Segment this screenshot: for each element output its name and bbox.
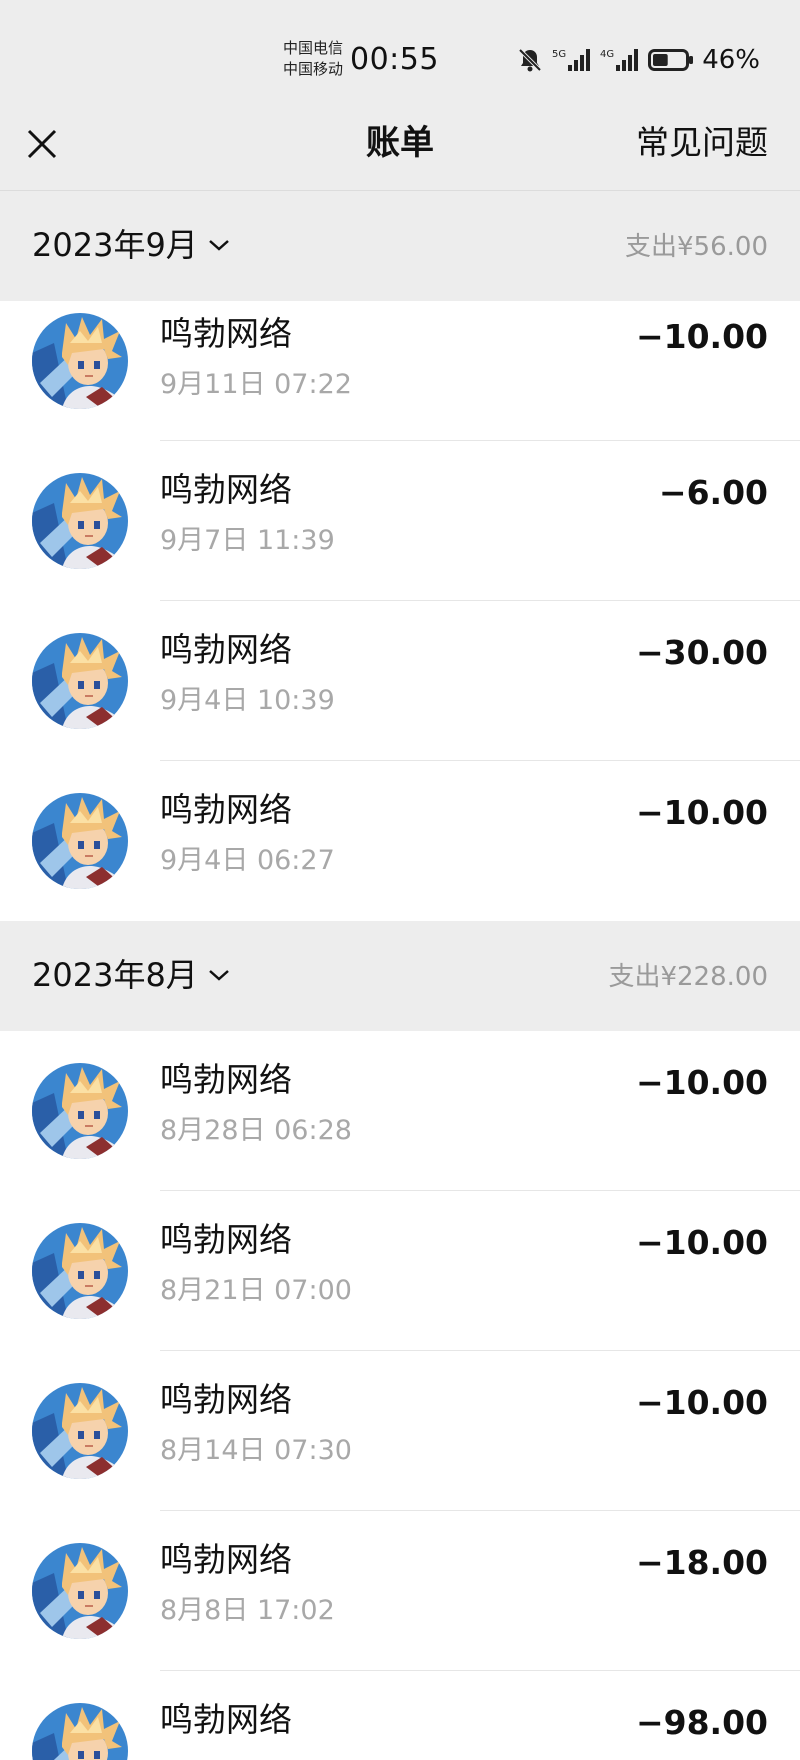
- avatar-art: [32, 793, 128, 889]
- chevron-down-icon: [208, 240, 229, 251]
- transaction-amount: −10.00: [635, 1063, 768, 1102]
- transaction-time: 9月4日 10:39: [160, 685, 335, 716]
- status-time: 00:55: [350, 42, 439, 77]
- merchant-avatar: [32, 1223, 128, 1319]
- merchant-name: 鸣勃网络: [160, 470, 292, 509]
- transaction-time: 8月28日 06:28: [160, 1115, 352, 1146]
- merchant-avatar: [32, 793, 128, 889]
- nav-bar: 账单 常见问题: [0, 100, 800, 191]
- month-selector[interactable]: 2023年8月: [32, 953, 232, 997]
- avatar-art: [32, 1543, 128, 1639]
- carrier-1: 中国电信: [283, 39, 344, 57]
- avatar-art: [32, 1703, 128, 1760]
- avatar-art: [32, 1383, 128, 1479]
- transaction-amount: −10.00: [635, 793, 768, 832]
- signal-1-label: 5G: [552, 49, 566, 60]
- avatar-art: [32, 473, 128, 569]
- transaction-time: 8月8日 17:02: [160, 1595, 335, 1626]
- month-header-august: 2023年8月 支出¥228.00: [0, 921, 800, 1031]
- merchant-avatar: [32, 473, 128, 569]
- avatar-art: [32, 1223, 128, 1319]
- merchant-name: 鸣勃网络: [160, 1380, 292, 1419]
- month-spent-total: 支出¥228.00: [608, 962, 768, 992]
- merchant-avatar: [32, 1703, 128, 1760]
- transaction-time: 9月7日 11:39: [160, 525, 335, 556]
- battery-percent: 46%: [702, 45, 760, 75]
- avatar-art: [32, 1063, 128, 1159]
- transaction-amount: −98.00: [635, 1703, 768, 1742]
- month-spent-total: 支出¥56.00: [625, 232, 768, 262]
- transaction-row[interactable]: 鸣勃网络 8月21日 07:00 −10.00: [0, 1191, 800, 1351]
- merchant-avatar: [32, 313, 128, 409]
- month-header-september: 2023年9月 支出¥56.00: [0, 191, 800, 301]
- battery-icon: [648, 49, 694, 71]
- transaction-row[interactable]: 鸣勃网络 8月8日 17:02 −18.00: [0, 1511, 800, 1671]
- merchant-name: 鸣勃网络: [160, 314, 292, 353]
- merchant-name: 鸣勃网络: [160, 1700, 292, 1739]
- avatar-art: [32, 313, 128, 409]
- merchant-name: 鸣勃网络: [160, 1540, 292, 1579]
- faq-link[interactable]: 常见问题: [636, 120, 768, 166]
- carrier-names: 中国电信 中国移动: [283, 38, 343, 80]
- transaction-time: 8月14日 07:30: [160, 1435, 352, 1466]
- transaction-time: 8月21日 07:00: [160, 1275, 352, 1306]
- transaction-row[interactable]: 鸣勃网络 9月7日 11:39 −6.00: [0, 441, 800, 601]
- merchant-name: 鸣勃网络: [160, 790, 292, 829]
- transaction-amount: −10.00: [635, 317, 768, 356]
- signal-5g-icon: 5G: [552, 49, 591, 71]
- transaction-row[interactable]: 鸣勃网络 9月4日 06:27 −10.00: [0, 761, 800, 921]
- month-selector[interactable]: 2023年9月: [32, 223, 232, 267]
- transaction-list-september: 鸣勃网络 9月11日 07:22 −10.00 鸣勃网络 9月7日 11:39 …: [0, 301, 800, 921]
- transaction-row[interactable]: 鸣勃网络 8月28日 06:28 −10.00: [0, 1031, 800, 1191]
- merchant-name: 鸣勃网络: [160, 1060, 292, 1099]
- transaction-row[interactable]: 鸣勃网络 9月4日 10:39 −30.00: [0, 601, 800, 761]
- merchant-avatar: [32, 1063, 128, 1159]
- transaction-amount: −10.00: [635, 1383, 768, 1422]
- transaction-amount: −30.00: [635, 633, 768, 672]
- merchant-avatar: [32, 1383, 128, 1479]
- carrier-2: 中国移动: [283, 60, 344, 78]
- transaction-list-august: 鸣勃网络 8月28日 06:28 −10.00 鸣勃网络 8月21日 07:00…: [0, 1031, 800, 1760]
- transaction-row[interactable]: 鸣勃网络 9月11日 07:22 −10.00: [0, 301, 800, 441]
- avatar-art: [32, 633, 128, 729]
- transaction-time: 9月4日 06:27: [160, 845, 335, 876]
- signal-4g-icon: 4G: [600, 49, 639, 71]
- merchant-name: 鸣勃网络: [160, 1220, 292, 1259]
- signal-2-label: 4G: [600, 49, 614, 60]
- merchant-name: 鸣勃网络: [160, 630, 292, 669]
- month-label: 2023年8月: [32, 956, 198, 994]
- status-indicators: 5G 4G 46%: [516, 42, 760, 78]
- transaction-amount: −10.00: [635, 1223, 768, 1262]
- transaction-row[interactable]: 鸣勃网络 8月14日 07:30 −10.00: [0, 1351, 800, 1511]
- status-bar: 中国电信 中国移动 00:55 5G 4G 46%: [0, 0, 800, 100]
- transaction-amount: −6.00: [658, 473, 768, 512]
- mute-bell-icon: [518, 48, 542, 72]
- transaction-amount: −18.00: [635, 1543, 768, 1582]
- transaction-row[interactable]: 鸣勃网络 −98.00: [0, 1671, 800, 1760]
- merchant-avatar: [32, 1543, 128, 1639]
- chevron-down-icon: [208, 970, 229, 981]
- month-label: 2023年9月: [32, 226, 198, 264]
- battery-fill: [653, 54, 668, 66]
- merchant-avatar: [32, 633, 128, 729]
- transaction-time: 9月11日 07:22: [160, 369, 352, 400]
